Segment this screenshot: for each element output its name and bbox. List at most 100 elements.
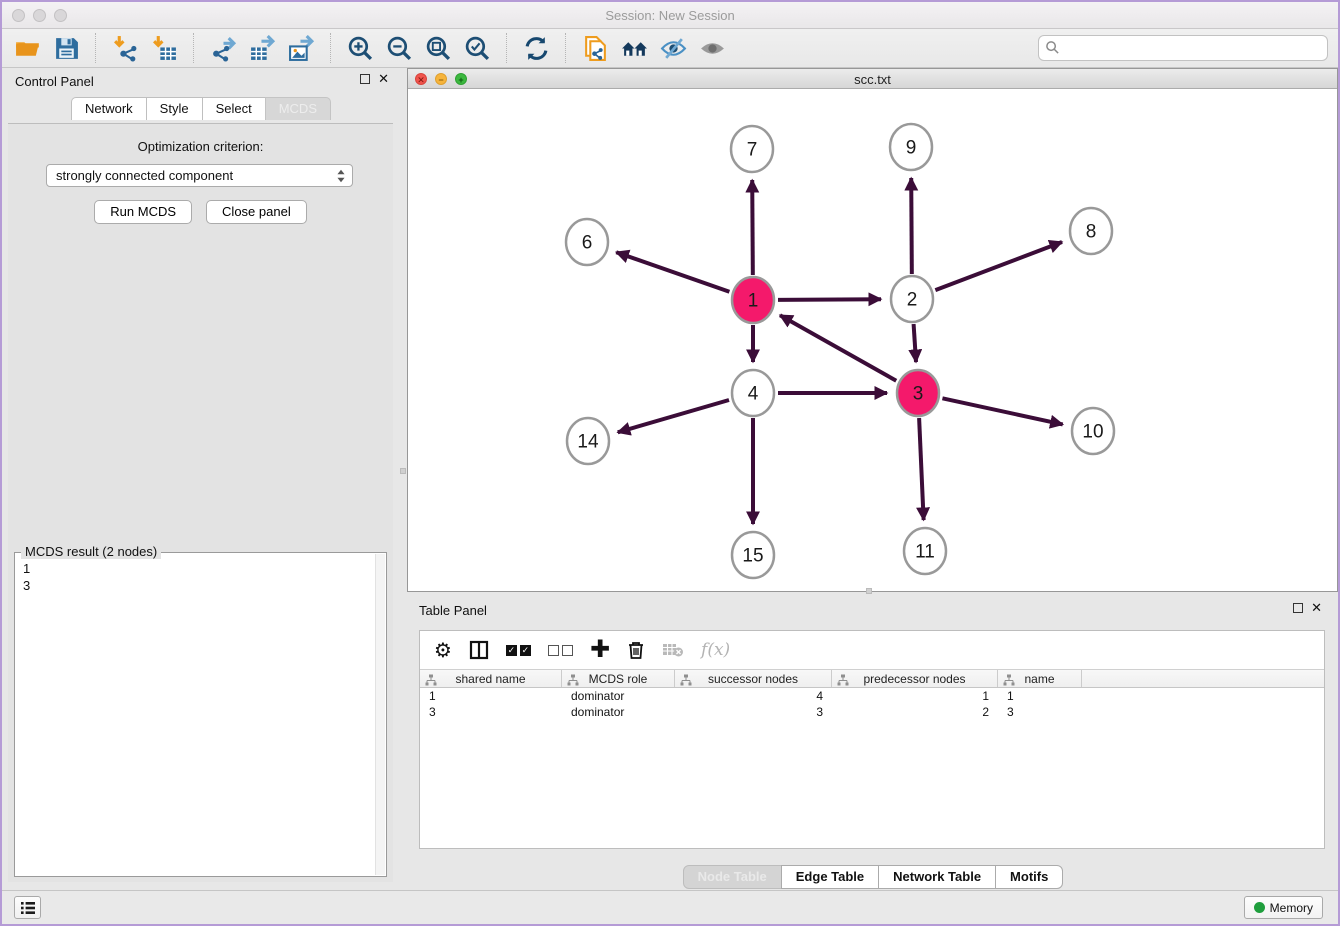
import-table-icon[interactable] — [149, 33, 179, 63]
svg-text:10: 10 — [1082, 422, 1103, 443]
toolbar-separator — [565, 33, 566, 63]
float-panel-icon[interactable] — [360, 74, 370, 84]
edge-1-7[interactable] — [752, 180, 753, 275]
float-table-panel-icon[interactable] — [1293, 603, 1303, 613]
column-header-shared-name[interactable]: shared name — [420, 670, 562, 687]
svg-text:11: 11 — [915, 542, 935, 563]
task-history-button[interactable] — [14, 896, 41, 919]
node-7[interactable]: 7 — [731, 126, 773, 172]
result-scrollbar[interactable] — [375, 554, 385, 875]
column-header-predecessor-nodes[interactable]: predecessor nodes — [832, 670, 998, 687]
node-11[interactable]: 11 — [904, 528, 946, 574]
panel-splitter[interactable] — [399, 68, 407, 886]
edge-3-1[interactable] — [780, 315, 896, 381]
table-toolbar: ⚙ ✓✓ ✚ f(x) — [420, 631, 1324, 669]
hide-selected-icon[interactable] — [658, 33, 688, 63]
mcds-result-text[interactable]: 1 3 — [16, 556, 374, 875]
network-window-titlebar[interactable]: ✕ − + scc.txt — [408, 69, 1337, 89]
show-all-icon[interactable] — [697, 33, 727, 63]
cell-MCDS-role[interactable]: dominator — [562, 704, 675, 720]
tab-style[interactable]: Style — [146, 97, 203, 120]
zoom-out-icon[interactable] — [384, 33, 414, 63]
zoom-in-icon[interactable] — [345, 33, 375, 63]
tab-network-table[interactable]: Network Table — [878, 865, 996, 889]
edge-2-9[interactable] — [911, 178, 912, 274]
node-9[interactable]: 9 — [890, 124, 932, 170]
cell-predecessor-nodes[interactable]: 2 — [832, 704, 998, 720]
zoom-fit-icon[interactable] — [423, 33, 453, 63]
table-row[interactable]: 3dominator323 — [420, 704, 1324, 720]
column-header-successor-nodes[interactable]: successor nodes — [675, 670, 832, 687]
close-table-panel-icon[interactable]: ✕ — [1311, 603, 1322, 613]
tab-select[interactable]: Select — [202, 97, 266, 120]
canvas-grip[interactable] — [866, 588, 872, 594]
open-session-icon[interactable] — [12, 33, 42, 63]
tab-edge-table[interactable]: Edge Table — [781, 865, 879, 889]
network-close-button[interactable]: ✕ — [415, 73, 427, 85]
edge-3-11[interactable] — [919, 418, 924, 520]
node-8[interactable]: 8 — [1070, 208, 1112, 254]
edge-1-2[interactable] — [778, 299, 881, 300]
close-panel-button[interactable]: Close panel — [206, 200, 307, 224]
application-window: { "window": { "title": "Session: New Ses… — [0, 0, 1340, 926]
cell-MCDS-role[interactable]: dominator — [562, 688, 675, 704]
delete-table-icon — [662, 638, 684, 662]
edge-3-10[interactable] — [942, 398, 1062, 424]
select-stepper-icon — [334, 168, 348, 184]
node-14[interactable]: 14 — [567, 418, 609, 464]
run-mcds-button[interactable]: Run MCDS — [94, 200, 192, 224]
node-2[interactable]: 2 — [891, 276, 933, 322]
search-input[interactable] — [1038, 35, 1328, 61]
mcds-result-box: MCDS result (2 nodes) 1 3 — [14, 552, 387, 877]
delete-column-icon[interactable] — [627, 638, 645, 662]
edge-4-14[interactable] — [618, 400, 729, 432]
deselect-checkboxes-icon[interactable] — [548, 638, 573, 662]
search-icon — [1045, 40, 1060, 55]
tab-network[interactable]: Network — [71, 97, 147, 120]
edge-2-8[interactable] — [935, 242, 1062, 290]
tab-mcds[interactable]: MCDS — [265, 97, 331, 120]
cell-shared-name[interactable]: 3 — [420, 704, 562, 720]
network-minimize-button[interactable]: − — [435, 73, 447, 85]
clone-network-icon[interactable] — [580, 33, 610, 63]
cell-successor-nodes[interactable]: 3 — [675, 704, 832, 720]
cell-predecessor-nodes[interactable]: 1 — [832, 688, 998, 704]
node-10[interactable]: 10 — [1072, 408, 1114, 454]
export-image-icon[interactable] — [286, 33, 316, 63]
export-network-icon[interactable] — [208, 33, 238, 63]
export-table-icon[interactable] — [247, 33, 277, 63]
node-15[interactable]: 15 — [732, 532, 774, 578]
status-bar: Memory — [2, 890, 1338, 924]
tab-motifs[interactable]: Motifs — [995, 865, 1063, 889]
cell-shared-name[interactable]: 1 — [420, 688, 562, 704]
node-1[interactable]: 1 — [732, 277, 774, 323]
split-columns-icon[interactable] — [469, 638, 489, 662]
criterion-select[interactable]: strongly connected component — [46, 164, 353, 187]
cell-name[interactable]: 3 — [998, 704, 1082, 720]
edge-2-3[interactable] — [914, 324, 916, 362]
memory-button[interactable]: Memory — [1244, 896, 1323, 919]
import-network-icon[interactable] — [110, 33, 140, 63]
svg-text:1: 1 — [748, 291, 759, 312]
gear-icon[interactable]: ⚙ — [434, 638, 452, 662]
cell-name[interactable]: 1 — [998, 688, 1082, 704]
select-all-checkboxes-icon[interactable]: ✓✓ — [506, 638, 531, 662]
add-column-icon[interactable]: ✚ — [590, 638, 610, 662]
column-header-MCDS-role[interactable]: MCDS role — [562, 670, 675, 687]
network-canvas[interactable]: 7 9 6 8 1 2 4 3 14 10 15 11 — [408, 89, 1337, 591]
node-4[interactable]: 4 — [732, 370, 774, 416]
refresh-icon[interactable] — [521, 33, 551, 63]
column-header-name[interactable]: name — [998, 670, 1082, 687]
table-row[interactable]: 1dominator411 — [420, 688, 1324, 704]
edge-1-6[interactable] — [616, 252, 729, 292]
close-panel-icon[interactable]: ✕ — [378, 74, 389, 84]
zoom-selected-icon[interactable] — [462, 33, 492, 63]
network-zoom-button[interactable]: + — [455, 73, 467, 85]
home-icon[interactable] — [619, 33, 649, 63]
node-6[interactable]: 6 — [566, 219, 608, 265]
save-session-icon[interactable] — [51, 33, 81, 63]
cell-successor-nodes[interactable]: 4 — [675, 688, 832, 704]
tab-node-table[interactable]: Node Table — [683, 865, 782, 889]
main-toolbar — [2, 29, 1338, 68]
node-3[interactable]: 3 — [897, 370, 939, 416]
